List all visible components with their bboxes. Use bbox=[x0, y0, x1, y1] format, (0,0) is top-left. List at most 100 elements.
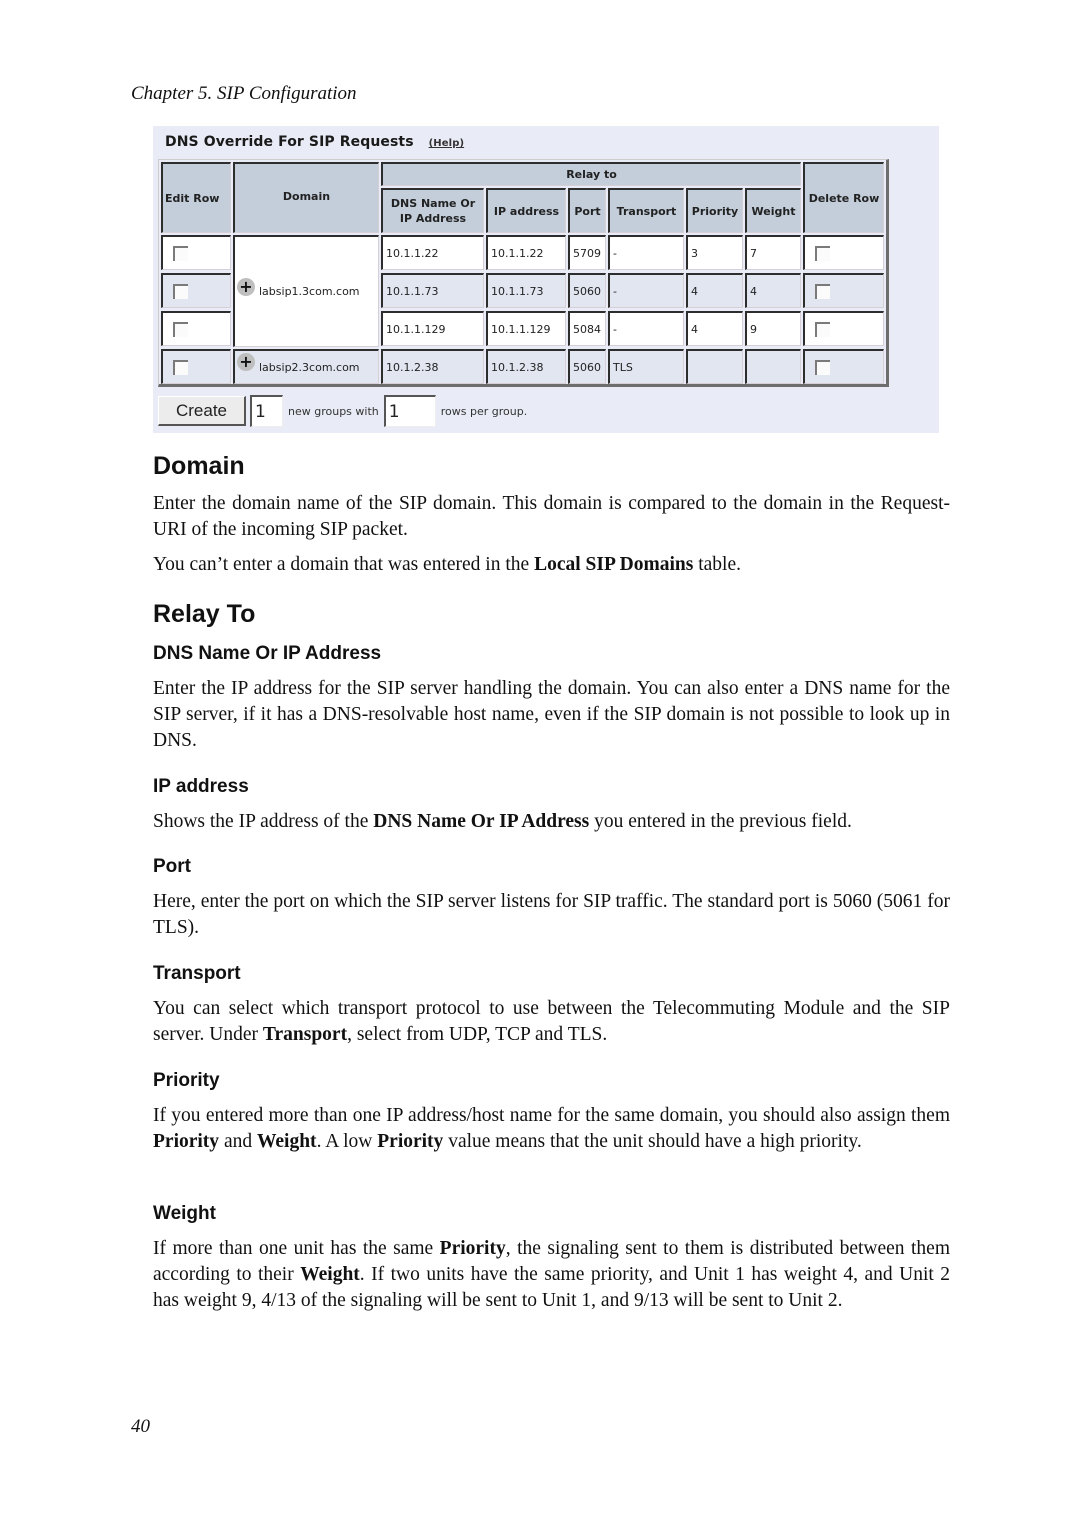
header-priority: Priority bbox=[686, 188, 743, 233]
text: You can’t enter a domain that was entere… bbox=[153, 554, 535, 575]
transport-field[interactable]: - bbox=[608, 311, 684, 346]
heading-priority: Priority bbox=[153, 1070, 220, 1091]
weight-field[interactable] bbox=[745, 349, 801, 384]
ip-address-paragraph: Shows the IP address of the DNS Name Or … bbox=[153, 809, 950, 835]
weight-field[interactable]: 4 bbox=[745, 273, 801, 308]
heading-transport: Transport bbox=[153, 963, 241, 984]
port-field[interactable]: 5709 bbox=[568, 235, 606, 270]
weight-paragraph: If more than one unit has the same Prior… bbox=[153, 1236, 950, 1314]
bold-term: Local SIP Domains bbox=[534, 554, 694, 575]
text: you entered in the previous field. bbox=[589, 811, 852, 832]
heading-ip-address: IP address bbox=[153, 776, 249, 797]
ip-address-field[interactable]: 10.1.1.22 bbox=[486, 235, 566, 270]
delete-row-cell bbox=[803, 349, 884, 384]
edit-row-checkbox[interactable] bbox=[173, 284, 188, 299]
new-groups-input[interactable] bbox=[250, 395, 283, 427]
dns-name-field[interactable]: 10.1.2.38 bbox=[381, 349, 484, 384]
help-link[interactable]: (Help) bbox=[429, 138, 464, 149]
heading-dns-name: DNS Name Or IP Address bbox=[153, 643, 382, 664]
edit-row-checkbox[interactable] bbox=[173, 360, 188, 375]
text: If more than one unit has the same bbox=[153, 1238, 440, 1259]
text: If you entered more than one IP address/… bbox=[153, 1105, 950, 1126]
delete-row-checkbox[interactable] bbox=[815, 360, 830, 375]
text: . A low bbox=[316, 1131, 378, 1152]
ip-address-field[interactable]: 10.1.2.38 bbox=[486, 349, 566, 384]
header-relay-to: Relay to bbox=[381, 162, 801, 186]
rows-per-group-input[interactable] bbox=[383, 395, 436, 427]
domain-name: labsip2.3com.com bbox=[259, 360, 360, 374]
header-dns-name: DNS Name Or IP Address bbox=[381, 188, 484, 233]
plus-icon[interactable]: + bbox=[237, 277, 255, 296]
domain-note: You can’t enter a domain that was entere… bbox=[153, 552, 950, 578]
transport-field[interactable]: TLS bbox=[608, 349, 684, 384]
text: , select from UDP, TCP and TLS. bbox=[347, 1024, 608, 1045]
bold-term: Priority bbox=[153, 1131, 220, 1152]
delete-row-checkbox[interactable] bbox=[815, 246, 830, 261]
port-field[interactable]: 5060 bbox=[568, 349, 606, 384]
edit-row-cell bbox=[161, 273, 231, 308]
transport-field[interactable]: - bbox=[608, 273, 684, 308]
edit-row-checkbox[interactable] bbox=[173, 322, 188, 337]
panel-title-text: DNS Override For SIP Requests bbox=[165, 134, 414, 150]
header-transport: Transport bbox=[608, 188, 684, 233]
priority-paragraph: If you entered more than one IP address/… bbox=[153, 1103, 950, 1155]
page-number: 40 bbox=[131, 1416, 150, 1437]
domain-cell[interactable]: + labsip2.3com.com bbox=[233, 349, 379, 384]
dns-override-panel: DNS Override For SIP Requests (Help) Edi… bbox=[153, 126, 939, 433]
domain-cell[interactable]: + labsip1.3com.com bbox=[233, 235, 379, 347]
create-groups-row: Create new groups with rows per group. bbox=[158, 394, 527, 428]
ip-address-field[interactable]: 10.1.1.73 bbox=[486, 273, 566, 308]
domain-name: labsip1.3com.com bbox=[259, 285, 360, 298]
port-field[interactable]: 5084 bbox=[568, 311, 606, 346]
priority-field[interactable]: 3 bbox=[686, 235, 743, 270]
dns-name-field[interactable]: 10.1.1.22 bbox=[381, 235, 484, 270]
plus-icon[interactable]: + bbox=[237, 353, 255, 371]
create-button[interactable]: Create bbox=[158, 396, 246, 426]
text: table. bbox=[693, 554, 741, 575]
header-ip-address: IP address bbox=[486, 188, 566, 233]
delete-row-checkbox[interactable] bbox=[815, 284, 830, 299]
dns-name-paragraph: Enter the IP address for the SIP server … bbox=[153, 678, 950, 751]
priority-field[interactable]: 4 bbox=[686, 273, 743, 308]
dns-override-table: Edit Row Domain Relay to DNS Name Or IP … bbox=[158, 159, 889, 387]
header-weight: Weight bbox=[745, 188, 801, 233]
priority-field[interactable]: 4 bbox=[686, 311, 743, 346]
bold-term: Transport bbox=[262, 1024, 348, 1045]
edit-row-cell bbox=[161, 349, 231, 384]
text: value means that the unit should have a … bbox=[443, 1131, 862, 1152]
header-port: Port bbox=[568, 188, 606, 233]
transport-paragraph: You can select which transport protocol … bbox=[153, 996, 950, 1048]
domain-paragraph: Enter the domain name of the SIP domain.… bbox=[153, 493, 950, 540]
heading-port: Port bbox=[153, 856, 191, 877]
transport-field[interactable]: - bbox=[608, 235, 684, 270]
delete-row-cell bbox=[803, 235, 884, 270]
header-edit-row: Edit Row bbox=[161, 162, 231, 233]
running-head: Chapter 5. SIP Configuration bbox=[131, 83, 357, 104]
heading-weight: Weight bbox=[153, 1203, 216, 1224]
bold-term: Weight bbox=[256, 1131, 317, 1152]
edit-row-cell bbox=[161, 311, 231, 346]
weight-field[interactable]: 9 bbox=[745, 311, 801, 346]
bold-term: Priority bbox=[377, 1131, 444, 1152]
delete-row-cell bbox=[803, 311, 884, 346]
priority-field[interactable] bbox=[686, 349, 743, 384]
panel-title: DNS Override For SIP Requests (Help) bbox=[165, 134, 464, 150]
text: Shows the IP address of the bbox=[153, 811, 374, 832]
edit-row-checkbox[interactable] bbox=[173, 246, 188, 261]
header-domain: Domain bbox=[233, 162, 379, 233]
rows-per-group-label: rows per group. bbox=[440, 404, 528, 418]
bold-term: Priority bbox=[439, 1238, 506, 1259]
header-delete-row: Delete Row bbox=[803, 162, 884, 233]
dns-name-field[interactable]: 10.1.1.73 bbox=[381, 273, 484, 308]
ip-address-field[interactable]: 10.1.1.129 bbox=[486, 311, 566, 346]
delete-row-checkbox[interactable] bbox=[815, 322, 830, 337]
heading-domain: Domain bbox=[153, 452, 245, 480]
bold-term: DNS Name Or IP Address bbox=[373, 811, 590, 832]
dns-name-field[interactable]: 10.1.1.129 bbox=[381, 311, 484, 346]
weight-field[interactable]: 7 bbox=[745, 235, 801, 270]
heading-relay-to: Relay To bbox=[153, 600, 256, 628]
port-field[interactable]: 5060 bbox=[568, 273, 606, 308]
delete-row-cell bbox=[803, 273, 884, 308]
bold-term: Weight bbox=[300, 1264, 360, 1285]
text: and bbox=[219, 1131, 257, 1152]
